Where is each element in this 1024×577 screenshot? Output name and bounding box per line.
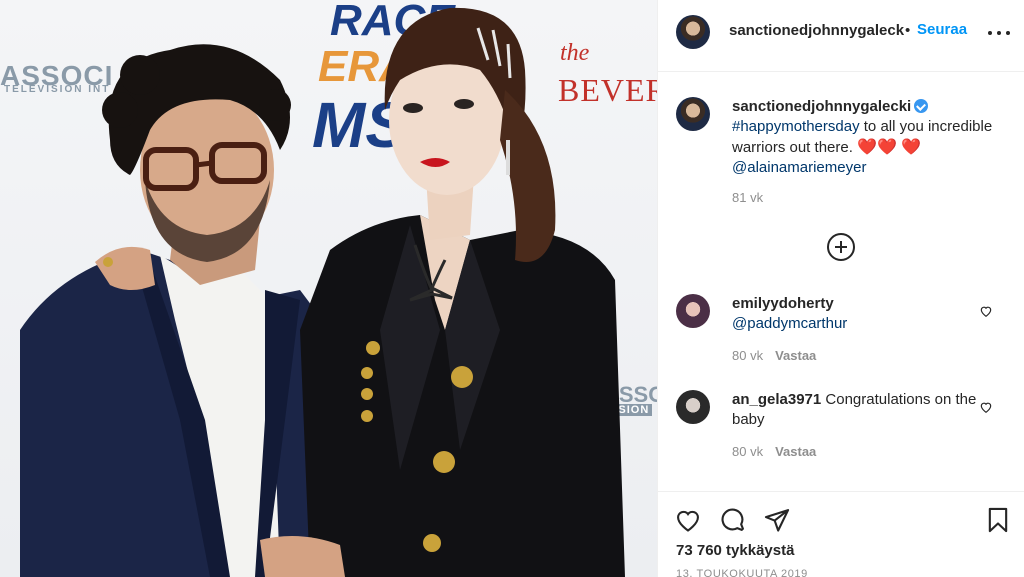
save-bookmark-icon[interactable] <box>984 506 1012 534</box>
comment-timestamp[interactable]: 80 vk <box>732 348 763 363</box>
caption-hashtag-link[interactable]: #happymothersday <box>732 118 860 135</box>
post-header: sanctionedjohnnygalecki • Seuraa <box>658 0 1024 72</box>
comment-like-icon[interactable] <box>979 304 993 318</box>
header-separator: • <box>905 22 911 39</box>
caption-timestamp[interactable]: 81 vk <box>732 190 763 205</box>
reply-button[interactable]: Vastaa <box>775 444 816 459</box>
commenter-username[interactable]: an_gela3971 <box>732 391 821 408</box>
comment-like-icon[interactable] <box>979 400 993 414</box>
verified-badge-icon <box>914 99 929 113</box>
post-actions-bar: 73 760 tykkäystä 13. TOUKOKUUTA 2019 <box>658 491 1024 577</box>
load-more-comments-icon[interactable] <box>827 233 855 261</box>
caption-author-avatar[interactable] <box>676 97 710 131</box>
heart-emoji-icon: ❤️ <box>901 137 921 156</box>
more-options-icon[interactable] <box>988 20 1012 44</box>
comment-mention-link[interactable]: @paddymcarthur <box>732 315 847 332</box>
comment-body: emilyydoherty @paddymcarthur <box>732 294 982 334</box>
caption-username[interactable]: sanctionedjohnnygalecki <box>732 98 911 115</box>
post-date[interactable]: 13. TOUKOKUUTA 2019 <box>676 568 808 577</box>
comment-bubble-icon[interactable] <box>719 506 747 534</box>
reply-button[interactable]: Vastaa <box>775 348 816 363</box>
heart-emoji-icon: ❤️❤️ <box>857 137 897 156</box>
likes-count[interactable]: 73 760 tykkäystä <box>676 542 794 559</box>
post-side-panel: sanctionedjohnnygalecki • Seuraa sanctio… <box>657 0 1024 577</box>
caption-mention-link[interactable]: @alainamariemeyer <box>732 159 866 176</box>
comment-timestamp[interactable]: 80 vk <box>732 444 763 459</box>
commenter-avatar[interactable] <box>676 294 710 328</box>
commenter-avatar[interactable] <box>676 390 710 424</box>
comment-meta: 80 vk Vastaa <box>732 348 816 363</box>
photo-people-illustration <box>20 7 625 577</box>
post-photo[interactable]: ASSOCI TELEVISION INT RACE ERA MS the BE… <box>0 0 657 577</box>
comment-meta: 80 vk Vastaa <box>732 444 816 459</box>
follow-button[interactable]: Seuraa <box>917 21 967 38</box>
post-caption: sanctionedjohnnygalecki #happymothersday… <box>732 97 1007 178</box>
commenter-username[interactable]: emilyydoherty <box>732 295 834 312</box>
author-avatar[interactable] <box>676 15 710 49</box>
author-username[interactable]: sanctionedjohnnygalecki <box>729 22 904 39</box>
share-plane-icon[interactable] <box>763 506 791 534</box>
like-heart-icon[interactable] <box>674 506 702 534</box>
comment-body: an_gela3971 Congratulations on the baby <box>732 390 982 430</box>
